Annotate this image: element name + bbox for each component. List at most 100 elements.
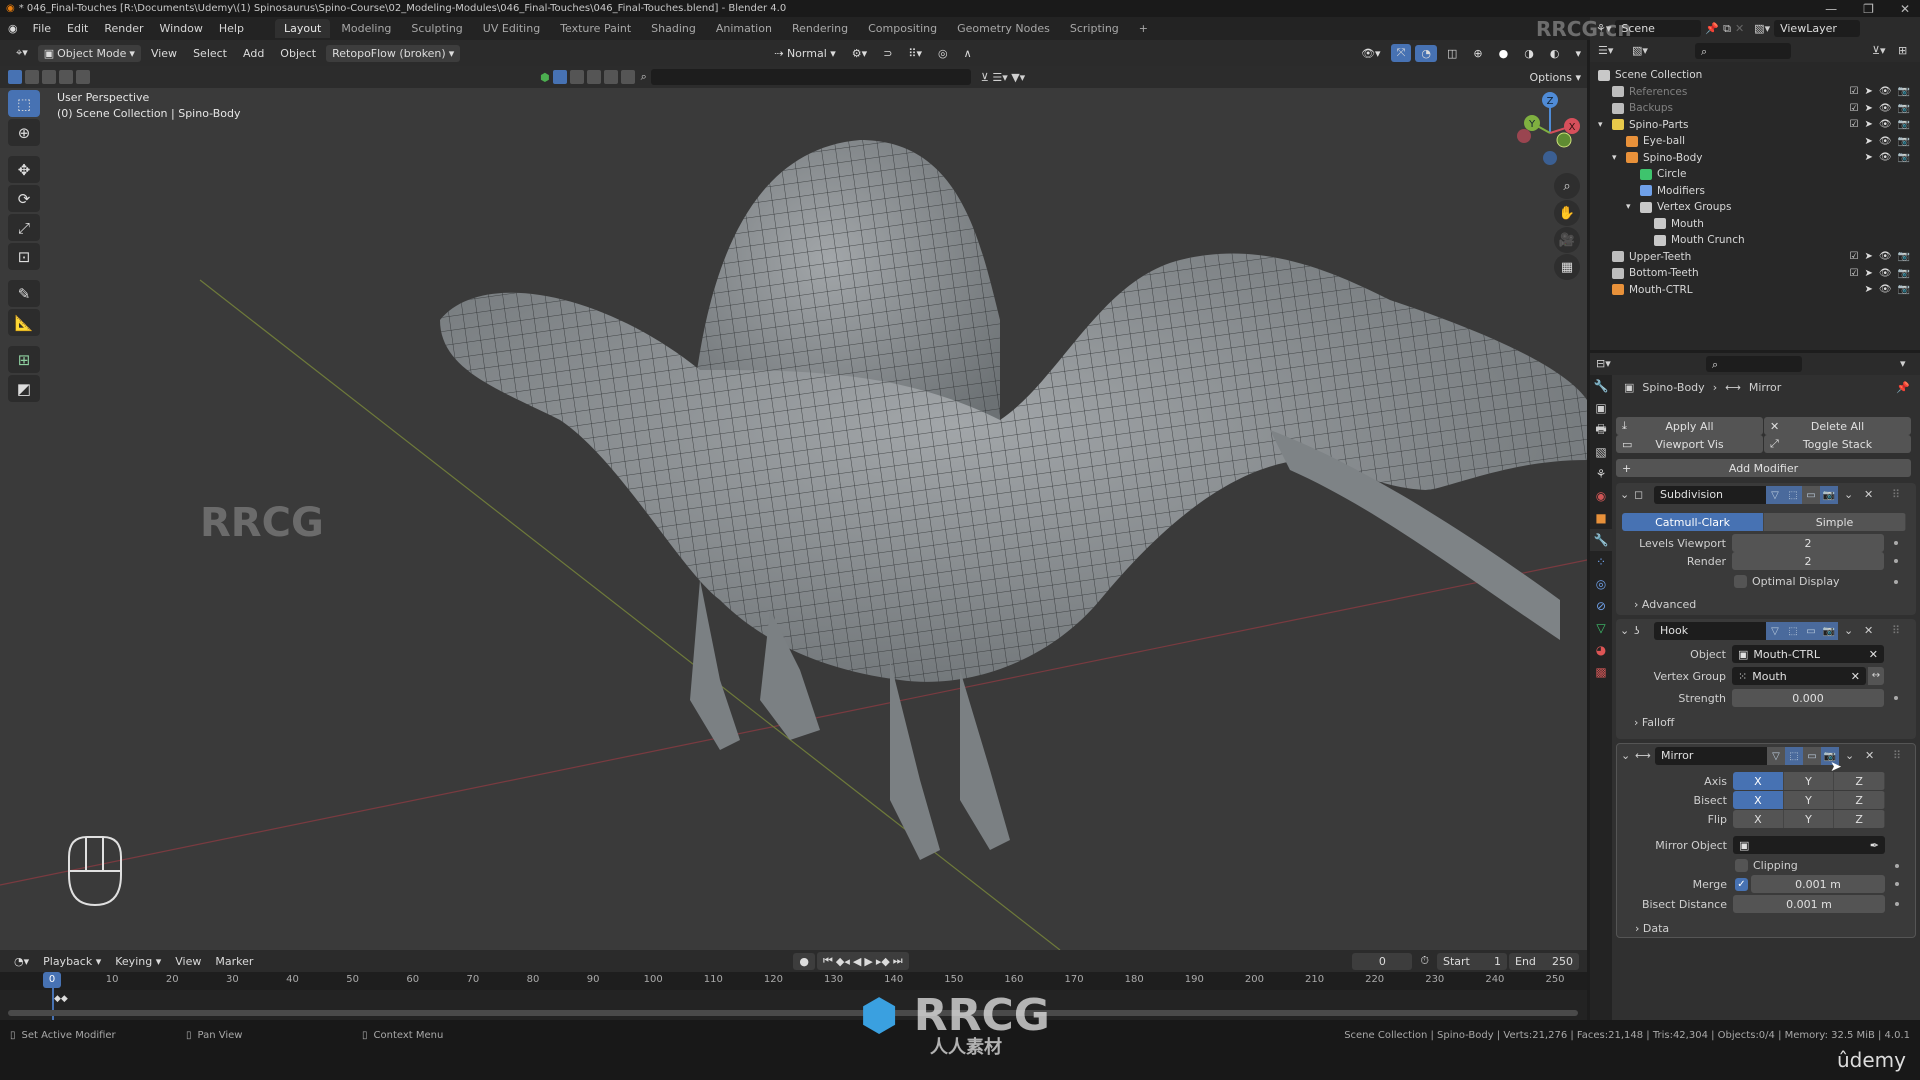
add-cube-tool[interactable]: ⊞ [8,346,40,373]
menu-keying[interactable]: Keying ▾ [109,953,167,970]
search-icon[interactable]: ⌕ [641,70,647,84]
exclude-checkbox[interactable]: ☑ [1849,86,1858,97]
transform-orientation[interactable]: ⇢ Normal ▾ [768,45,842,62]
outliner-search-input[interactable]: ⌕ [1695,43,1791,59]
keyframe-dot[interactable] [1894,559,1898,563]
zoom-view-button[interactable]: ⌕ [1554,173,1580,199]
tab-constraints[interactable]: ⊘ [1590,595,1612,617]
add-workspace-button[interactable]: + [1130,19,1157,38]
jump-start-icon[interactable]: ⏮ [823,954,833,968]
retopoflow-color-icon[interactable]: ⬢ [540,71,550,84]
axis-y[interactable]: Y [1783,772,1835,790]
menu-render[interactable]: Render [97,20,150,37]
camera-icon[interactable]: 📷 [1898,251,1910,262]
visibility-selector-icon[interactable]: 👁▾ [1355,45,1387,62]
retopoflow-menu[interactable]: RetopoFlow (broken) ▾ [326,44,461,62]
eye-icon[interactable]: 👁 [1879,251,1892,262]
expanded-chevron-icon[interactable]: ▾ [1598,120,1603,130]
menu-view[interactable]: View [169,953,207,970]
dropdown-chevron-icon[interactable]: ⌄ [1844,624,1853,637]
tab-modifiers[interactable]: 🔧 [1590,529,1612,551]
menu-marker[interactable]: Marker [209,953,259,970]
falloff-icon[interactable]: ∧ [958,45,978,62]
camera-icon[interactable]: 📷 [1898,152,1910,163]
filter-icon[interactable]: ⊻ ☰▾ ▼▾ [981,71,1025,84]
outliner-row-references[interactable]: References ☑ ➤ 👁 📷 [1590,84,1920,100]
eyedropper-icon[interactable]: ✒ [1870,839,1879,852]
tab-texture[interactable]: ▩ [1590,661,1612,683]
snap-target-icon[interactable]: ⠿▾ [902,45,928,62]
tab-world[interactable]: ◉ [1590,485,1612,507]
bisect-x[interactable]: X [1733,791,1784,809]
outliner-row-spino-body[interactable]: ▾ Spino-Body ➤ 👁 📷 [1590,150,1920,166]
selectable-icon[interactable]: ➤ [1864,268,1872,279]
keyframe-dot[interactable] [1894,696,1898,700]
retopoflow-tool-icon[interactable] [552,70,567,84]
selectable-icon[interactable]: ➤ [1864,103,1872,114]
selectable-icon[interactable]: ➤ [1864,152,1872,163]
minimize-icon[interactable]: — [1825,2,1837,16]
blender-menu-icon[interactable]: ◉ [8,22,18,35]
shading-options-icon[interactable]: ▾ [1569,45,1587,62]
collapse-chevron-icon[interactable]: ⌄ [1621,749,1630,762]
outliner-row-vertex-groups[interactable]: ▾ Vertex Groups [1590,199,1920,215]
eye-icon[interactable]: 👁 [1879,103,1892,114]
display-mode-icon[interactable]: ☰▾ [1598,44,1613,57]
eye-icon[interactable]: 👁 [1879,86,1892,97]
tab-layout[interactable]: Layout [274,19,331,38]
dropdown-chevron-icon[interactable]: ⌄ [1844,488,1853,501]
camera-icon[interactable]: 📷 [1898,136,1910,147]
delete-all-button[interactable]: ✕ Delete All [1764,417,1911,435]
advanced-subpanel[interactable]: › Advanced [1634,598,1696,611]
select-new-icon[interactable] [8,70,22,84]
camera-icon[interactable]: 📷 [1898,119,1910,130]
properties-search-input[interactable]: ⌕ [1706,356,1802,372]
catmull-clark-option[interactable]: Catmull-Clark [1622,513,1764,531]
view-layer-icon[interactable]: ▧▾ [1754,22,1770,35]
render-levels-field[interactable]: 2 [1732,552,1884,570]
eye-icon[interactable]: 👁 [1879,136,1892,147]
move-tool[interactable]: ✥ [8,156,40,183]
bisect-distance-field[interactable]: 0.001 m [1733,895,1885,913]
timeline-scrollbar[interactable] [8,1010,1578,1016]
shear-tool[interactable]: ◩ [8,375,40,402]
selectable-icon[interactable]: ➤ [1864,119,1872,130]
chevron-down-icon[interactable]: ▾ [1900,357,1906,370]
mode-selector[interactable]: ▣ Object Mode ▾ [37,44,141,62]
collapse-chevron-icon[interactable]: ⌄ [1620,488,1629,501]
dropdown-chevron-icon[interactable]: ⌄ [1845,749,1854,762]
snap-icon[interactable]: ⊃ [877,45,898,62]
menu-playback[interactable]: Playback ▾ [37,953,107,970]
edit-cage-toggle[interactable]: ▽ [1766,622,1784,640]
menu-edit[interactable]: Edit [60,20,95,37]
edit-mode-toggle[interactable]: ⬚ [1784,622,1802,640]
viewport-toggle[interactable]: ▭ [1802,486,1820,504]
tab-particles[interactable]: ⁘ [1590,551,1612,573]
expanded-chevron-icon[interactable]: ▾ [1612,153,1617,163]
selectable-icon[interactable]: ➤ [1864,284,1872,295]
merge-checkbox[interactable]: ✓ [1735,878,1748,891]
render-toggle[interactable]: 📷 [1820,622,1838,640]
material-shading-icon[interactable]: ◑ [1518,45,1540,62]
annotate-tool[interactable]: ✎ [8,280,40,307]
eye-icon[interactable]: 👁 [1879,284,1892,295]
eye-icon[interactable]: 👁 [1879,152,1892,163]
drag-handle-icon[interactable]: ⠿ [1892,624,1900,637]
falloff-subpanel[interactable]: › Falloff [1634,716,1674,729]
levels-viewport-field[interactable]: 2 [1732,534,1884,552]
edit-mode-toggle[interactable]: ⬚ [1785,747,1803,765]
jump-end-icon[interactable]: ⏭ [893,954,903,968]
apply-all-button[interactable]: ⤓ Apply All [1616,417,1763,435]
view-layer-selector[interactable]: ViewLayer [1774,20,1861,37]
pan-view-button[interactable]: ✋ [1554,200,1580,226]
menu-object[interactable]: Object [274,45,322,62]
camera-icon[interactable]: 📷 [1898,268,1910,279]
prev-keyframe-icon[interactable]: ◆◂ [836,955,850,968]
timeline-editor-type-icon[interactable]: ◔▾ [8,953,35,970]
ortho-toggle-button[interactable]: ▦ [1554,254,1580,280]
tab-material[interactable]: ◕ [1590,639,1612,661]
tab-object[interactable]: ■ [1590,507,1612,529]
toggle-stack-button[interactable]: ⤢ Toggle Stack [1764,435,1911,453]
outliner-row-mouth[interactable]: Mouth [1590,216,1920,232]
pin-icon[interactable]: 📌 [1705,22,1719,35]
